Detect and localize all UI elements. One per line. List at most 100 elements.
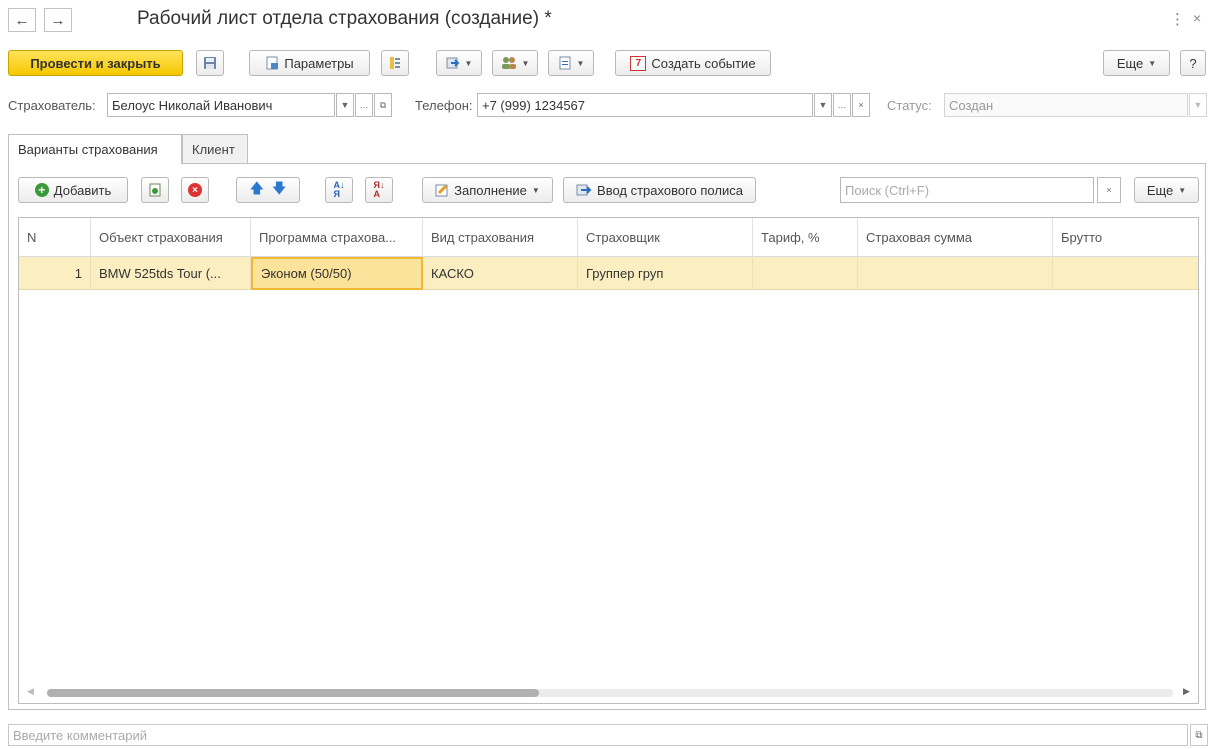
post-and-close-label: Провести и закрыть xyxy=(30,55,161,71)
table-cell-insurer[interactable]: Группер груп xyxy=(578,257,753,290)
table-cell-program[interactable]: Эконом (50/50) xyxy=(251,257,423,290)
create-based-icon xyxy=(446,57,459,69)
chevron-down-icon: ▼ xyxy=(576,58,585,68)
table-cell-tariff[interactable] xyxy=(753,257,858,290)
post-and-close-button[interactable]: Провести и закрыть xyxy=(8,50,183,76)
phone-field[interactable]: +7 (999) 1234567 xyxy=(477,93,813,117)
create-event-button[interactable]: 7 Создать событие xyxy=(615,50,771,76)
clear-icon: × xyxy=(1106,185,1112,195)
policy-entry-icon xyxy=(576,184,592,196)
parameters-label: Параметры xyxy=(284,55,354,71)
phone-select-button[interactable]: … xyxy=(833,93,851,117)
table-header: N Объект страхования Программа страхова.… xyxy=(19,218,1198,257)
plus-circle-icon: + xyxy=(34,183,49,197)
tab-client[interactable]: Клиент xyxy=(182,134,248,163)
insurer-label: Страхователь: xyxy=(8,98,96,113)
phone-label: Телефон: xyxy=(415,98,473,113)
fill-label: Заполнение xyxy=(454,182,527,198)
tab-insurance-options[interactable]: Варианты страхования xyxy=(8,134,182,164)
arrow-left-icon: ← xyxy=(14,11,30,29)
more-vert-icon[interactable]: ⋮ xyxy=(1170,10,1185,28)
insurance-options-table[interactable]: N Объект страхования Программа страхова.… xyxy=(18,217,1199,704)
help-icon: ? xyxy=(1189,55,1197,71)
copy-row-button[interactable] xyxy=(141,177,169,203)
insurer-field[interactable]: Белоус Николай Иванович xyxy=(107,93,335,117)
column-header[interactable]: Тариф, % xyxy=(753,218,858,257)
horizontal-scrollbar[interactable]: ◀ ▶ xyxy=(19,683,1198,703)
users-icon xyxy=(501,57,516,69)
column-header[interactable]: Страховщик xyxy=(578,218,753,257)
help-button[interactable]: ? xyxy=(1180,50,1206,76)
comment-open-button[interactable]: ⧉ xyxy=(1190,724,1208,746)
delete-row-button[interactable]: × xyxy=(181,177,209,203)
structure-button[interactable] xyxy=(381,50,409,76)
fill-icon xyxy=(435,184,448,197)
floppy-disk-icon xyxy=(204,57,216,69)
search-clear-button[interactable]: × xyxy=(1097,177,1121,203)
column-header[interactable]: Вид страхования xyxy=(423,218,578,257)
add-button[interactable]: + Добавить xyxy=(18,177,128,203)
scroll-left-icon[interactable]: ◀ xyxy=(27,686,34,697)
close-icon[interactable]: × xyxy=(1193,10,1201,26)
search-input[interactable]: Поиск (Ctrl+F) xyxy=(840,177,1094,203)
arrow-right-icon: → xyxy=(50,11,66,29)
scroll-right-icon[interactable]: ▶ xyxy=(1183,686,1190,697)
create-based-on-button[interactable]: ▼ xyxy=(436,50,482,76)
chevron-down-icon: ▼ xyxy=(521,58,530,68)
insurer-dropdown-button[interactable]: ▼ xyxy=(336,93,354,117)
print-button[interactable]: ▼ xyxy=(548,50,594,76)
scroll-thumb[interactable] xyxy=(47,689,539,697)
move-buttons[interactable]: 🡅 🡇 xyxy=(236,177,300,203)
sort-desc-button[interactable]: Я↓ А xyxy=(365,177,393,203)
add-label: Добавить xyxy=(53,182,112,198)
more-button[interactable]: Еще ▼ xyxy=(1103,50,1170,76)
phone-dropdown-button[interactable]: ▼ xyxy=(814,93,832,117)
table-cell-sum[interactable] xyxy=(858,257,1053,290)
ellipsis-icon: … xyxy=(359,100,369,110)
chevron-down-icon: ▼ xyxy=(1193,100,1203,110)
sort-asc-button[interactable]: А↓ Я xyxy=(325,177,353,203)
policy-entry-button[interactable]: Ввод страхового полиса xyxy=(563,177,756,203)
table-more-button[interactable]: Еще ▼ xyxy=(1134,177,1199,203)
chevron-down-icon: ▼ xyxy=(340,100,350,110)
table-cell-type[interactable]: КАСКО xyxy=(423,257,578,290)
table-row[interactable]: 1 BMW 525tds Tour (... Эконом (50/50) КА… xyxy=(19,257,1198,290)
parameters-button[interactable]: Параметры xyxy=(249,50,370,76)
chevron-down-icon: ▼ xyxy=(818,100,828,110)
insurer-open-button[interactable]: ⧉ xyxy=(374,93,392,117)
table-cell-gross[interactable] xyxy=(1053,257,1198,290)
column-header[interactable]: Брутто xyxy=(1053,218,1198,257)
insurer-select-button[interactable]: … xyxy=(355,93,373,117)
report-icon xyxy=(559,56,571,70)
fill-button[interactable]: Заполнение ▼ xyxy=(422,177,553,203)
page-title: Рабочий лист отдела страхования (создани… xyxy=(137,8,552,29)
chevron-down-icon: ▼ xyxy=(1148,58,1157,68)
column-header[interactable]: Страховая сумма xyxy=(858,218,1053,257)
back-button[interactable]: ← xyxy=(8,8,36,32)
table-more-label: Еще xyxy=(1146,182,1174,198)
arrow-down-icon[interactable]: 🡇 xyxy=(272,178,286,202)
copy-icon xyxy=(149,183,161,197)
open-window-icon: ⧉ xyxy=(379,99,387,110)
clear-icon: × xyxy=(858,100,864,110)
table-cell-object[interactable]: BMW 525tds Tour (... xyxy=(91,257,251,290)
open-window-icon: ⧉ xyxy=(1195,729,1203,741)
chevron-down-icon: ▼ xyxy=(464,58,473,68)
save-button[interactable] xyxy=(196,50,224,76)
ellipsis-icon: … xyxy=(837,100,847,110)
column-header[interactable]: Объект страхования xyxy=(91,218,251,257)
forward-button[interactable]: → xyxy=(44,8,72,32)
chevron-down-icon: ▼ xyxy=(1178,185,1187,195)
chevron-down-icon: ▼ xyxy=(531,185,540,195)
table-cell-number[interactable]: 1 xyxy=(19,257,91,290)
sort-descending-icon: Я↓ А xyxy=(373,180,385,199)
users-button[interactable]: ▼ xyxy=(492,50,538,76)
column-header[interactable]: Программа страхова... xyxy=(251,218,423,257)
calendar-icon: 7 xyxy=(630,55,647,71)
comment-field[interactable]: Введите комментарий xyxy=(8,724,1188,746)
sort-ascending-icon: А↓ Я xyxy=(333,180,345,199)
phone-clear-button[interactable]: × xyxy=(852,93,870,117)
arrow-up-icon[interactable]: 🡅 xyxy=(250,178,264,202)
column-header[interactable]: N xyxy=(19,218,91,257)
policy-entry-label: Ввод страхового полиса xyxy=(597,182,743,198)
